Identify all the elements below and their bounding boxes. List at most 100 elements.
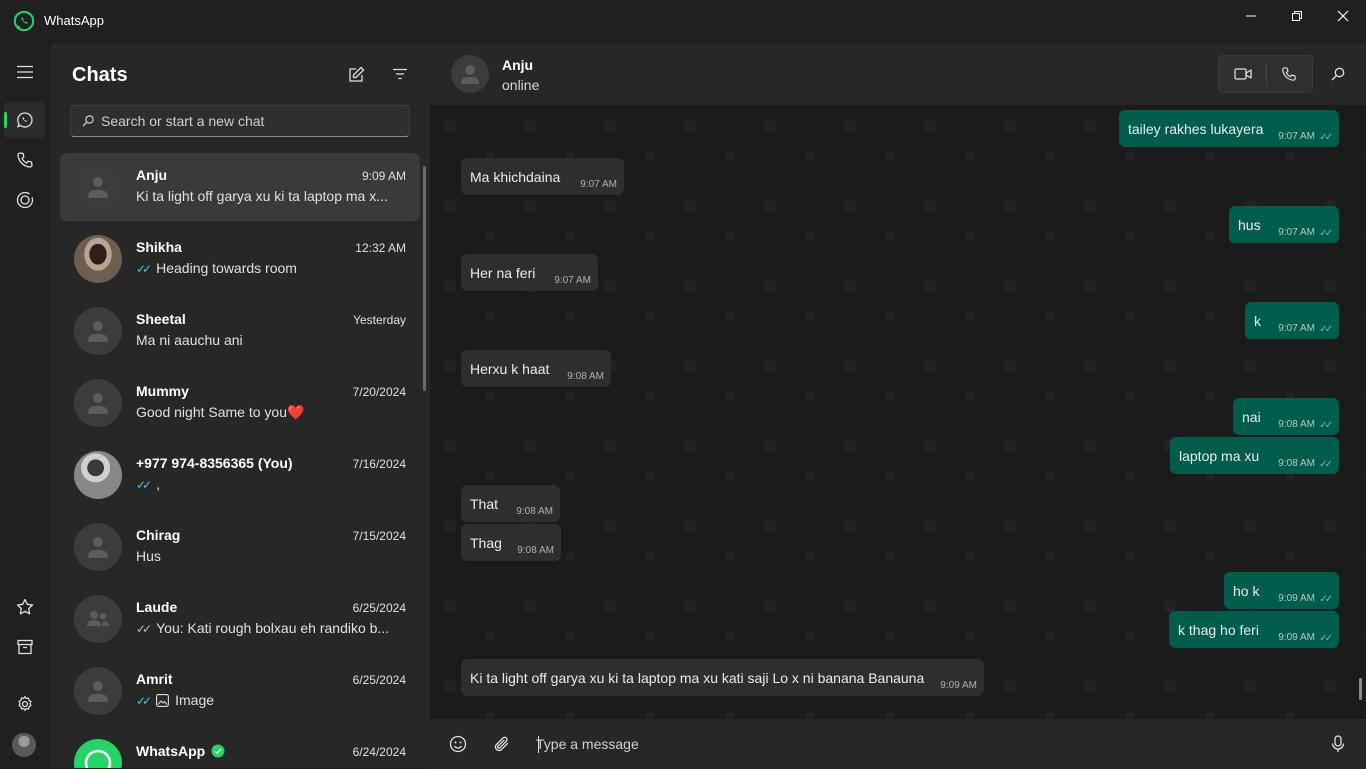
filter-button[interactable] [388, 62, 412, 86]
message-incoming[interactable]: That 9:08 AM [461, 485, 560, 522]
emoji-icon [449, 735, 467, 753]
attach-button[interactable] [490, 732, 514, 756]
chat-item-chirag[interactable]: Chirag 7/15/2024 Hus [60, 513, 420, 581]
chat-preview: Ki ta light off garya xu ki ta laptop ma… [136, 188, 388, 204]
avatar [74, 163, 122, 211]
message-outgoing[interactable]: tailey rakhes lukayera 9:07 AM ✓✓ [1119, 110, 1339, 147]
rail-settings[interactable] [4, 686, 45, 722]
search-messages-button[interactable] [1326, 62, 1350, 86]
app-title: WhatsApp [44, 13, 104, 28]
message-outgoing[interactable]: k thag ho feri 9:09 AM ✓✓ [1169, 611, 1339, 648]
chat-item-whatsapp[interactable]: WhatsApp 6/24/2024 [60, 729, 420, 768]
chat-item-mummy[interactable]: Mummy 7/20/2024 Good night Same to you❤️ [60, 369, 420, 437]
message-outgoing[interactable]: nai 9:08 AM ✓✓ [1233, 398, 1339, 435]
chat-list-panel: Chats Anju 9:09 AM Ki ta light off garya… [49, 41, 430, 768]
chat-name: Shikha [136, 239, 182, 255]
microphone-icon [1330, 735, 1346, 753]
restore-button[interactable] [1274, 0, 1320, 32]
search-input[interactable] [101, 106, 401, 136]
close-button[interactable] [1320, 0, 1366, 32]
delivered-ticks-icon: ✓✓ [136, 622, 152, 636]
search-icon [1331, 67, 1345, 81]
chat-time: 7/16/2024 [352, 457, 406, 471]
rail-status[interactable] [4, 182, 45, 218]
minimize-button[interactable] [1228, 0, 1274, 32]
whatsapp-logo-icon [13, 10, 35, 32]
read-ticks-icon: ✓✓ [1319, 594, 1333, 605]
chat-name: Mummy [136, 383, 189, 399]
chat-preview: Hus [136, 548, 161, 564]
chat-name: +977 974-8356365 (You) [136, 455, 293, 471]
emoji-button[interactable] [446, 732, 470, 756]
contact-name[interactable]: Anju [502, 57, 533, 73]
message-outgoing[interactable]: ho k 9:09 AM ✓✓ [1224, 572, 1339, 609]
avatar [74, 667, 122, 715]
avatar [74, 523, 122, 571]
status-icon [16, 191, 34, 209]
new-chat-button[interactable] [344, 62, 368, 86]
voice-call-button[interactable] [1277, 62, 1301, 86]
message-incoming[interactable]: Ki ta light off garya xu ki ta laptop ma… [461, 659, 984, 696]
message-incoming[interactable]: Thag 9:08 AM [461, 524, 561, 561]
menu-button[interactable] [4, 54, 45, 90]
whatsapp-avatar [74, 739, 122, 768]
contact-status: online [502, 77, 540, 93]
chat-item-amrit[interactable]: Amrit 6/25/2024 ✓✓ Image [60, 657, 420, 725]
message-input[interactable] [536, 731, 1306, 757]
read-ticks-icon: ✓✓ [136, 694, 152, 708]
profile-avatar[interactable] [12, 733, 36, 757]
read-ticks-icon: ✓✓ [136, 262, 152, 276]
close-icon [1337, 10, 1349, 22]
text-caret [538, 736, 539, 753]
paperclip-icon [493, 735, 511, 753]
contact-avatar[interactable] [451, 55, 489, 93]
video-call-button[interactable] [1231, 62, 1255, 86]
chat-time: 12:32 AM [355, 241, 406, 255]
voice-message-button[interactable] [1326, 732, 1350, 756]
call-buttons [1218, 55, 1313, 93]
chat-item-anju[interactable]: Anju 9:09 AM Ki ta light off garya xu ki… [60, 153, 420, 221]
message-incoming[interactable]: Ma khichdaina 9:07 AM [461, 158, 624, 195]
message-outgoing[interactable]: laptop ma xu 9:08 AM ✓✓ [1170, 437, 1339, 474]
avatar [74, 379, 122, 427]
messages-scrollbar[interactable] [1359, 678, 1362, 700]
message-outgoing[interactable]: k 9:07 AM ✓✓ [1245, 302, 1339, 339]
chat-preview: Good night Same to you❤️ [136, 404, 305, 420]
message-area[interactable]: tailey rakhes lukayera 9:07 AM ✓✓ Ma khi… [430, 106, 1366, 718]
title-bar: WhatsApp [0, 0, 1366, 41]
chat-time: 6/24/2024 [352, 745, 406, 759]
minimize-icon [1245, 10, 1257, 22]
image-icon [156, 694, 170, 707]
group-avatar [74, 595, 122, 643]
chat-time: 6/25/2024 [352, 601, 406, 615]
calls-icon [16, 151, 34, 169]
chat-item-laude[interactable]: Laude 6/25/2024 ✓✓ You: Kati rough bolxau… [60, 585, 420, 653]
rail-archive[interactable] [4, 629, 45, 665]
conversation-header[interactable]: Anju online [430, 42, 1366, 106]
rail-starred[interactable] [4, 589, 45, 625]
message-outgoing[interactable]: hus 9:07 AM ✓✓ [1229, 206, 1339, 243]
chat-preview: Ma ni aauchu ani [136, 332, 243, 348]
video-camera-icon [1234, 67, 1252, 81]
chat-item-sheetal[interactable]: Sheetal Yesterday Ma ni aauchu ani [60, 297, 420, 365]
chat-time: Yesterday [353, 313, 406, 327]
chat-time: 9:09 AM [361, 169, 406, 183]
chat-name: Laude [136, 599, 178, 615]
avatar [74, 307, 122, 355]
composer-bar [430, 718, 1366, 769]
search-box[interactable] [70, 105, 410, 137]
divider [1266, 62, 1267, 86]
chat-list-scrollbar[interactable] [423, 166, 426, 391]
message-incoming[interactable]: Herxu k haat 9:08 AM [461, 350, 611, 387]
avatar [74, 451, 122, 499]
rail-calls[interactable] [4, 142, 45, 178]
nav-rail [0, 41, 49, 768]
message-incoming[interactable]: Her na feri 9:07 AM [461, 254, 598, 291]
starred-icon [16, 598, 34, 616]
rail-chats[interactable] [4, 102, 45, 138]
chat-item-self[interactable]: +977 974-8356365 (You) 7/16/2024 ✓✓, [60, 441, 420, 509]
chat-item-shikha[interactable]: Shikha 12:32 AM ✓✓ Heading towards room [60, 225, 420, 293]
chat-time: 7/20/2024 [352, 385, 406, 399]
read-ticks-icon: ✓✓ [1319, 132, 1333, 143]
settings-icon [16, 695, 34, 713]
